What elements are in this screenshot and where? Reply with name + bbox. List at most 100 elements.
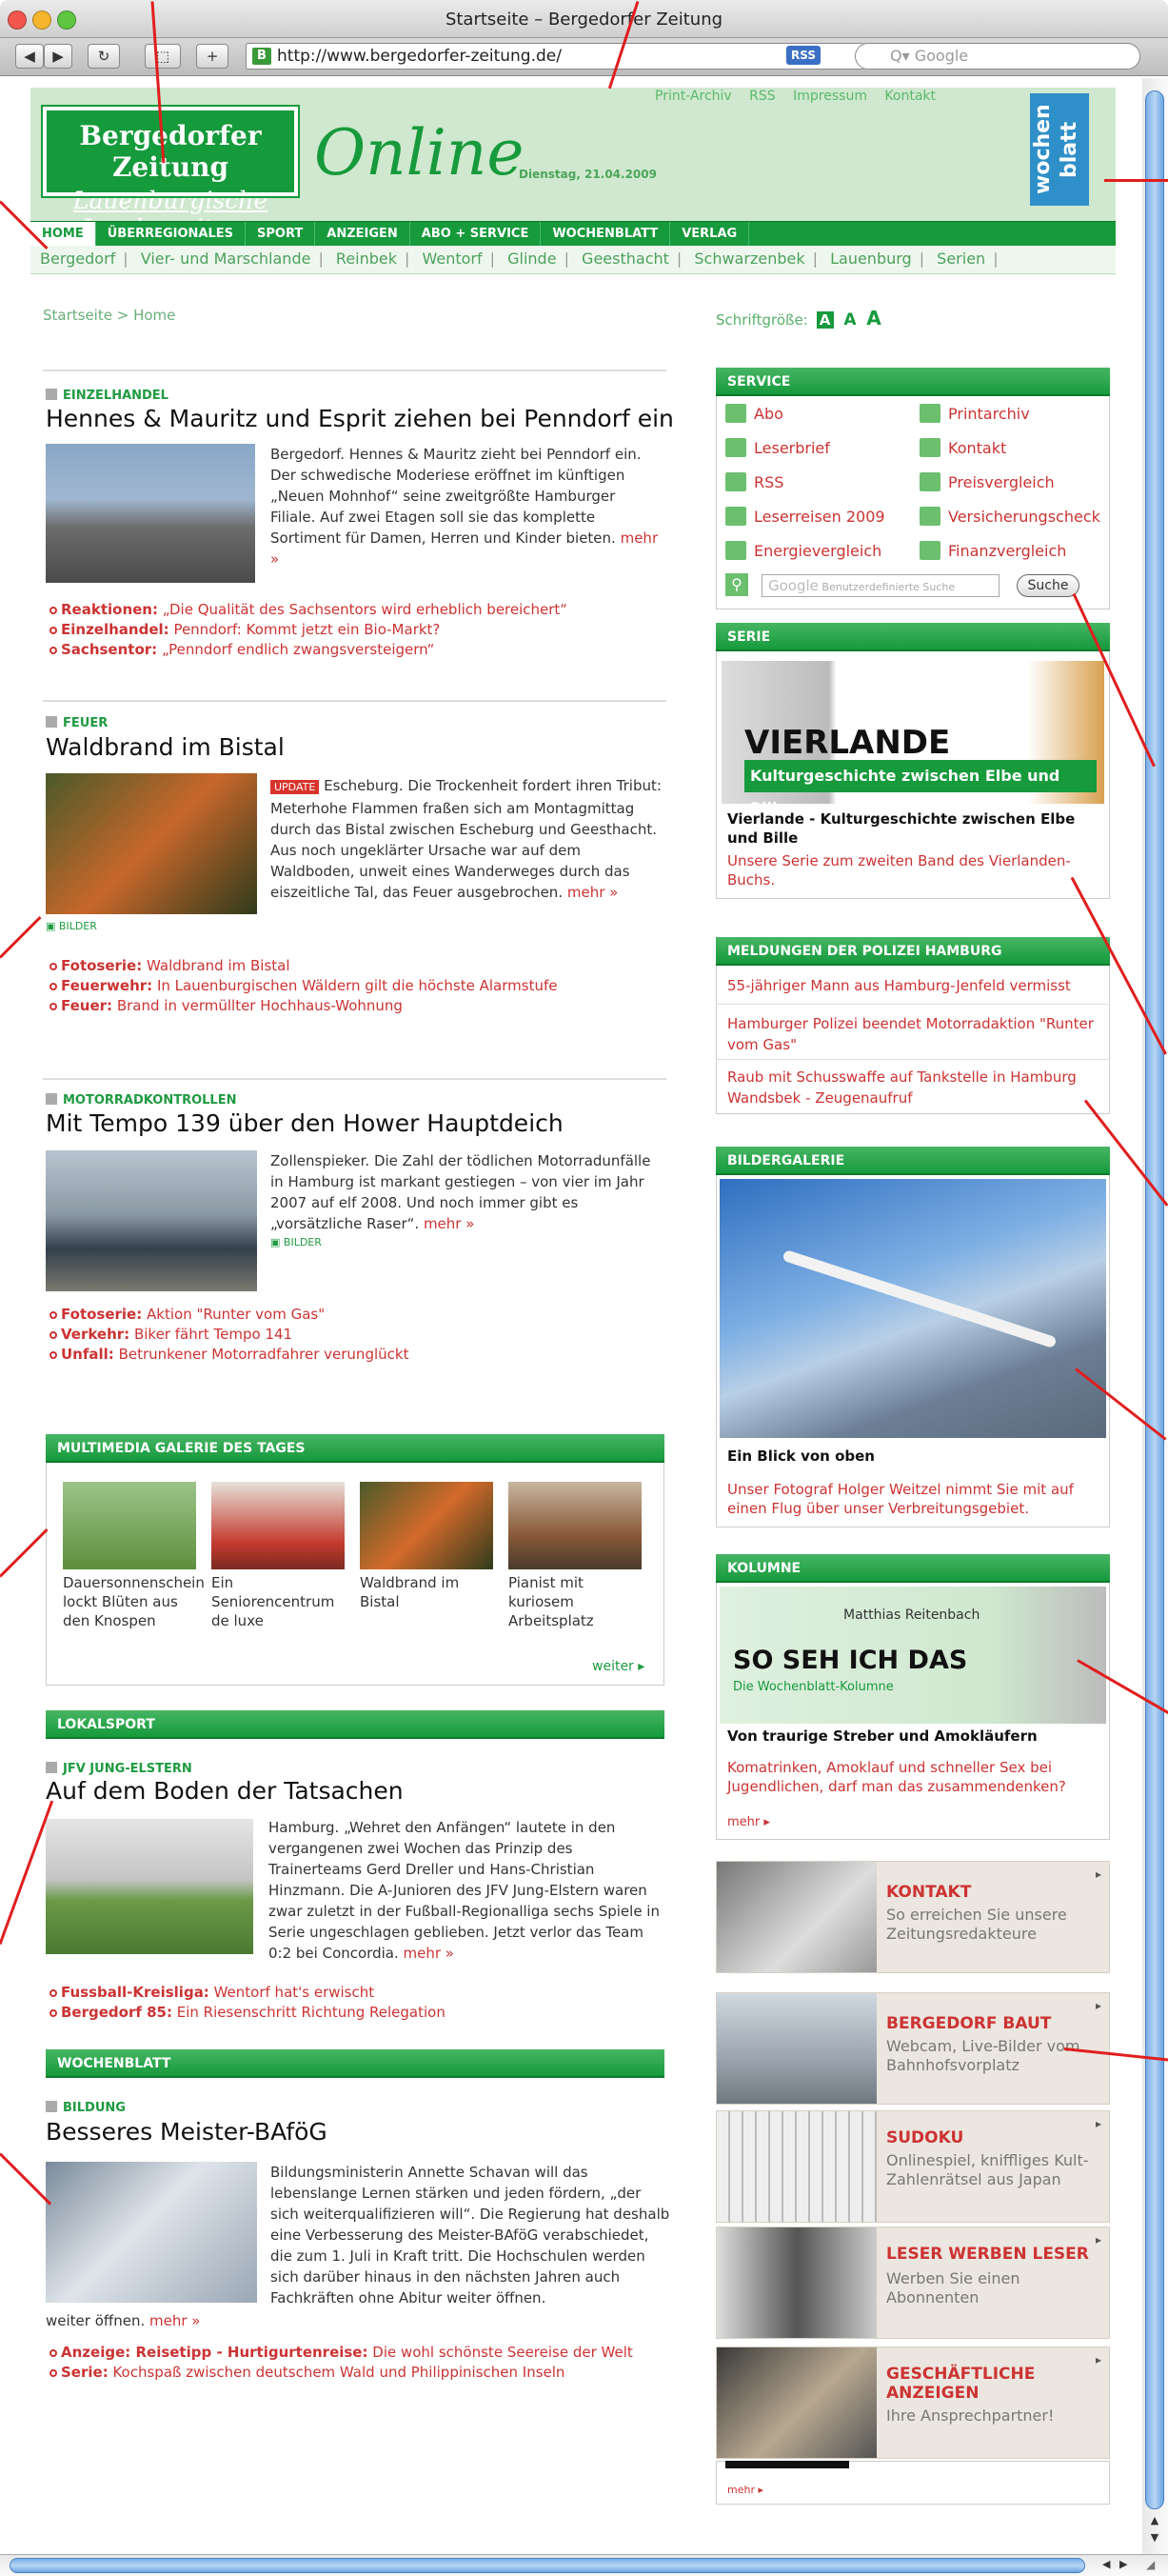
bilder-badge[interactable]: ▣ BILDER <box>270 1236 322 1248</box>
gallery-caption[interactable]: Waldbrand im Bistal <box>360 1573 493 1611</box>
serie-heading[interactable]: Vierlande - Kulturgeschichte zwischen El… <box>727 809 1104 848</box>
more-link[interactable]: mehr » <box>149 2312 200 2329</box>
sidebar-more-link[interactable]: mehr ▸ <box>727 2484 763 2496</box>
article-image-fussball[interactable] <box>46 1819 253 1954</box>
forward-button[interactable]: ▶ <box>44 44 72 69</box>
gallery-caption[interactable]: Ein Seniorencentrum de luxe <box>211 1573 345 1630</box>
subnav-lauenburg[interactable]: Lauenburg <box>830 250 912 268</box>
more-link[interactable]: mehr » <box>404 1945 454 1962</box>
font-size-medium[interactable]: A <box>843 310 856 329</box>
wochenblatt-logo[interactable]: wochen blatt <box>1030 93 1089 206</box>
gallery-thumb[interactable] <box>360 1482 493 1569</box>
article-image-waldbrand[interactable] <box>46 773 257 914</box>
promo-sudoku[interactable]: ▸ SUDOKU Onlinespiel, kniffliges Kult-Za… <box>716 2110 1110 2223</box>
bildergalerie-image[interactable] <box>720 1179 1106 1438</box>
scroll-down-icon[interactable]: ▼ <box>1145 2531 1164 2548</box>
gallery-more-link[interactable]: weiter ▸ <box>592 1659 644 1674</box>
horizontal-scroll-thumb[interactable] <box>10 2558 1085 2573</box>
search-button[interactable]: Suche <box>1017 574 1079 597</box>
article-headline[interactable]: Waldbrand im Bistal <box>46 733 285 761</box>
resize-grip-icon[interactable]: ◢ <box>1146 2558 1165 2573</box>
related-link[interactable]: Einzelhandel: Penndorf: Kommt jetzt ein … <box>49 620 567 640</box>
related-link[interactable]: Bergedorf 85: Ein Riesenschritt Richtung… <box>49 2003 445 2023</box>
scroll-right-icon[interactable]: ▶ <box>1119 2558 1127 2570</box>
service-link-leserreisen[interactable]: Leserreisen 2009 <box>725 507 885 541</box>
related-link[interactable]: Fotoserie: Aktion "Runter vom Gas" <box>49 1305 408 1325</box>
promo-bergedorf-baut[interactable]: ▸ BERGEDORF BAUT Webcam, Live-Bilder vom… <box>716 1992 1110 2105</box>
google-search-field[interactable]: Q▾ Google <box>855 43 1140 70</box>
gallery-thumb[interactable] <box>63 1482 196 1569</box>
nav-abo-service[interactable]: ABO + SERVICE <box>410 222 542 246</box>
promo-kontakt[interactable]: ▸ KONTAKT So erreichen Sie unsere Zeitun… <box>716 1861 1110 1973</box>
rss-button[interactable]: RSS <box>786 46 821 65</box>
kolumne-heading[interactable]: Von traurige Streber und Amokläufern <box>727 1727 1038 1745</box>
more-link[interactable]: mehr » <box>567 884 618 901</box>
service-link-preisvergleich[interactable]: Preisvergleich <box>920 472 1100 507</box>
nav-verlag[interactable]: VERLAG <box>670 222 750 246</box>
vertical-scroll-thumb[interactable] <box>1145 90 1164 2509</box>
related-link[interactable]: Serie: Kochspaß zwischen deutschem Wald … <box>49 2363 633 2383</box>
subnav-bergedorf[interactable]: Bergedorf <box>40 250 115 268</box>
site-logo[interactable]: Bergedorfer Zeitung Lauenburgische Lande… <box>41 105 300 242</box>
kolumne-more-link[interactable]: mehr ▸ <box>727 1815 770 1829</box>
top-link-impressum[interactable]: Impressum <box>793 89 867 104</box>
scroll-up-icon[interactable]: ▲ <box>1145 2514 1164 2531</box>
polizei-item[interactable]: 55-jähriger Mann aus Hamburg-Jenfeld ver… <box>727 975 1104 996</box>
add-bookmark-button[interactable]: + <box>196 44 228 69</box>
kolumne-text[interactable]: Komatrinken, Amoklauf und schneller Sex … <box>727 1758 1104 1796</box>
promo-geschaeftliche-anzeigen[interactable]: ▸ GESCHÄFTLICHE ANZEIGEN Ihre Ansprechpa… <box>716 2346 1110 2459</box>
font-size-large[interactable]: A <box>866 307 881 329</box>
article-image-penndorf[interactable] <box>46 444 255 583</box>
article-image-motorrad[interactable] <box>46 1150 257 1291</box>
article-headline[interactable]: Auf dem Boden der Tatsachen <box>46 1777 404 1805</box>
reload-button[interactable]: ↻ <box>88 44 120 69</box>
serie-image[interactable]: VIERLANDE Kulturgeschichte zwischen Elbe… <box>722 661 1104 817</box>
snapback-button[interactable]: ⬚ <box>145 44 181 69</box>
top-link-kontakt[interactable]: Kontakt <box>884 89 936 104</box>
service-link-energievergleich[interactable]: Energievergleich <box>725 541 885 575</box>
related-link[interactable]: Anzeige: Reisetipp - Hurtigurtenreise: D… <box>49 2343 633 2363</box>
bildergalerie-heading[interactable]: Ein Blick von oben <box>727 1448 875 1465</box>
nav-ueberregionales[interactable]: ÜBERREGIONALES <box>96 222 247 246</box>
top-link-rss[interactable]: RSS <box>749 89 776 104</box>
related-link[interactable]: Verkehr: Biker fährt Tempo 141 <box>49 1325 408 1345</box>
gallery-caption[interactable]: Pianist mit kuriosem Arbeitsplatz <box>508 1573 642 1630</box>
polizei-item[interactable]: Raub mit Schusswaffe auf Tankstelle in H… <box>727 1067 1104 1108</box>
address-bar[interactable]: B http://www.bergedorfer-zeitung.de/ <box>246 43 864 70</box>
gallery-thumb[interactable] <box>508 1482 642 1569</box>
related-link[interactable]: Fotoserie: Waldbrand im Bistal <box>49 956 557 976</box>
font-size-small[interactable]: A <box>816 311 834 329</box>
service-link-printarchiv[interactable]: Printarchiv <box>920 404 1100 438</box>
back-button[interactable]: ◀ <box>15 44 44 69</box>
subnav-serien[interactable]: Serien <box>937 250 985 268</box>
related-link[interactable]: Reaktionen: „Die Qualität des Sachsentor… <box>49 600 567 620</box>
service-link-abo[interactable]: Abo <box>725 404 885 438</box>
article-headline[interactable]: Besseres Meister-BAföG <box>46 2118 327 2146</box>
service-link-kontakt[interactable]: Kontakt <box>920 438 1100 472</box>
related-link[interactable]: Feuerwehr: In Lauenburgischen Wäldern gi… <box>49 976 557 996</box>
polizei-item[interactable]: Hamburger Polizei beendet Motorradaktion… <box>727 1013 1104 1055</box>
service-link-rss[interactable]: RSS <box>725 472 885 507</box>
subnav-wentorf[interactable]: Wentorf <box>423 250 483 268</box>
related-link[interactable]: Sachsentor: „Penndorf endlich zwangsvers… <box>49 640 567 660</box>
promo-leser-werben-leser[interactable]: ▸ LESER WERBEN LESER Werben Sie einen Ab… <box>716 2227 1110 2339</box>
subnav-vier-marschlande[interactable]: Vier- und Marschlande <box>141 250 311 268</box>
kolumne-image[interactable]: Matthias Reitenbach SO SEH ICH DAS Die W… <box>720 1587 1106 1724</box>
serie-text[interactable]: Unsere Serie zum zweiten Band des Vierla… <box>727 851 1104 889</box>
bilder-badge[interactable]: ▣ BILDER <box>46 920 97 932</box>
article-image-bafoeg[interactable] <box>46 2162 257 2303</box>
related-link[interactable]: Feuer: Brand in vermüllter Hochhaus-Wohn… <box>49 996 557 1016</box>
gallery-thumb[interactable] <box>211 1482 345 1569</box>
article-headline[interactable]: Mit Tempo 139 über den Hower Hauptdeich <box>46 1109 564 1137</box>
bildergalerie-text[interactable]: Unser Fotograf Holger Weitzel nimmt Sie … <box>727 1480 1104 1518</box>
related-link[interactable]: Unfall: Betrunkener Motorradfahrer verun… <box>49 1345 408 1365</box>
service-search-input[interactable]: Google Benutzerdefinierte Suche <box>762 574 1000 597</box>
nav-wochenblatt[interactable]: WOCHENBLATT <box>541 222 671 246</box>
subnav-schwarzenbek[interactable]: Schwarzenbek <box>694 250 804 268</box>
more-link[interactable]: mehr » <box>424 1215 474 1232</box>
scroll-left-icon[interactable]: ◀ <box>1102 2558 1110 2570</box>
nav-anzeigen[interactable]: ANZEIGEN <box>315 222 410 246</box>
related-link[interactable]: Fussball-Kreisliga: Wentorf hat's erwisc… <box>49 1983 445 2003</box>
service-link-finanzvergleich[interactable]: Finanzvergleich <box>920 541 1100 575</box>
nav-sport[interactable]: SPORT <box>246 222 316 246</box>
